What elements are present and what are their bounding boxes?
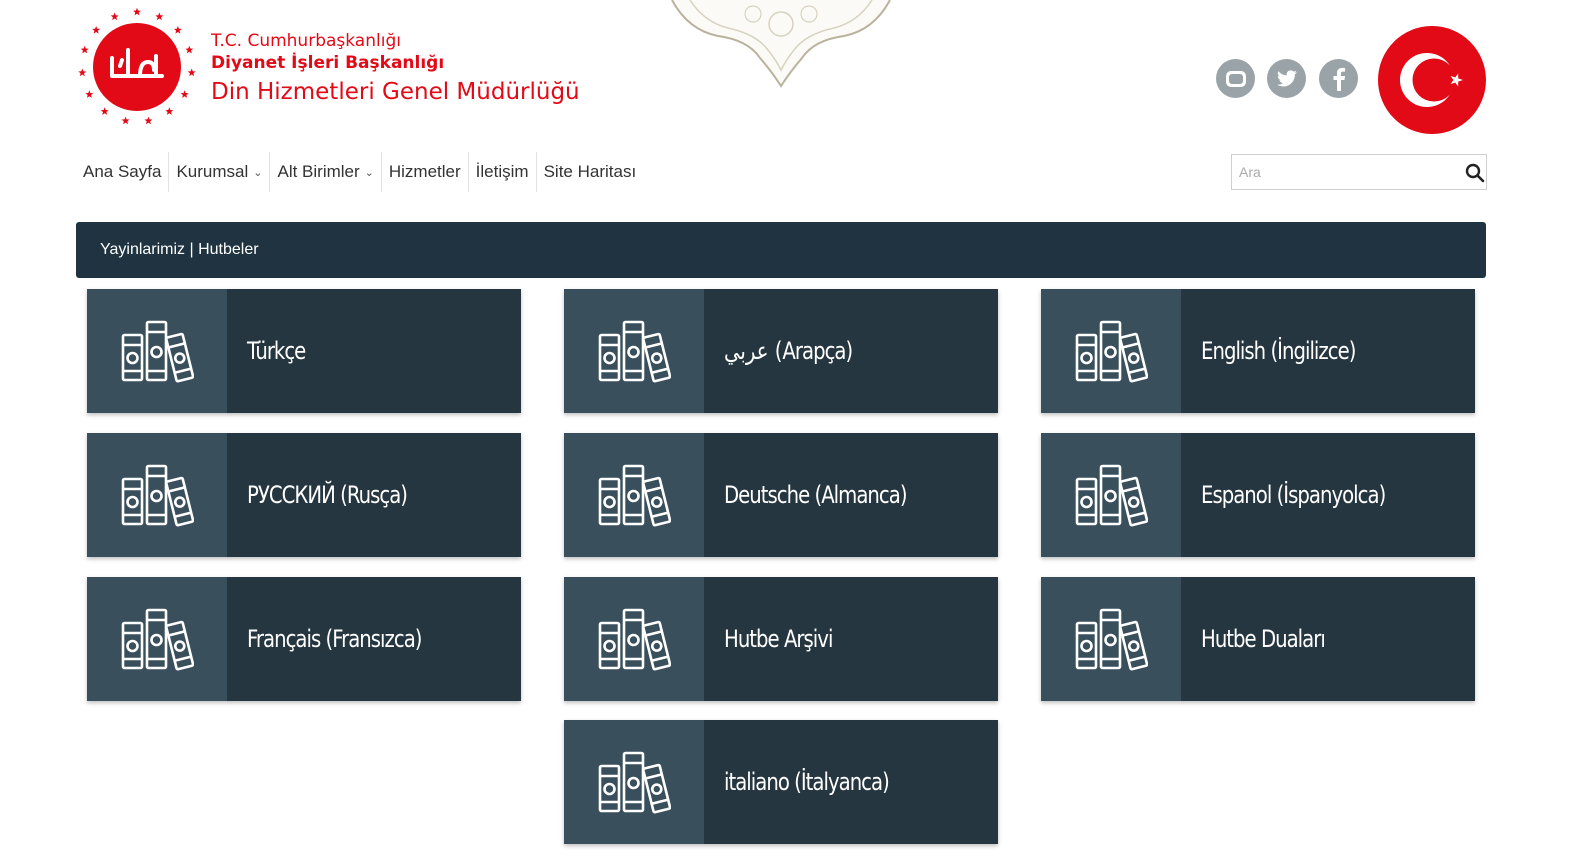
card-label: Deutsche (Almanca) <box>724 481 908 509</box>
books-icon <box>564 289 704 413</box>
nav-item-i-leti-im[interactable]: İletişim <box>469 152 537 192</box>
card-label-box: Espanol (İspanyolca) <box>1181 433 1475 557</box>
language-card[interactable]: italiano (İtalyanca) <box>564 720 998 844</box>
card-label-box: Deutsche (Almanca) <box>704 433 998 557</box>
books-icon <box>564 577 704 701</box>
books-icon <box>87 289 227 413</box>
chevron-down-icon: ⌄ <box>253 166 263 179</box>
card-label: Hutbe Duaları <box>1201 625 1326 653</box>
title-line-2: Diyanet İşleri Başkanlığı <box>211 53 445 73</box>
title-line-1: T.C. Cumhurbaşkanlığı <box>211 31 401 51</box>
card-label-box: Français (Fransızca) <box>227 577 521 701</box>
card-label-box: English (İngilizce) <box>1181 289 1475 413</box>
books-icon <box>564 720 704 844</box>
books-icon <box>564 433 704 557</box>
logo-star-icon <box>155 12 164 21</box>
logo-star-icon <box>100 107 109 115</box>
main-nav: Ana Sayfa Kurumsal ⌄ Alt Birimler ⌄ Hizmetler… <box>76 152 643 192</box>
language-card[interactable]: عربي (Arapça) <box>564 289 998 413</box>
logo-star-icon <box>165 107 174 115</box>
youtube-icon[interactable] <box>1216 59 1255 98</box>
card-label-box: عربي (Arapça) <box>704 289 998 413</box>
nav-item-hizmetler[interactable]: Hizmetler <box>382 152 469 192</box>
language-card[interactable]: Deutsche (Almanca) <box>564 433 998 557</box>
language-card[interactable]: Français (Fransızca) <box>87 577 521 701</box>
language-card[interactable]: Espanol (İspanyolca) <box>1041 433 1475 557</box>
facebook-icon[interactable] <box>1319 59 1358 98</box>
card-label: РУССКИЙ (Rusça) <box>247 481 408 509</box>
card-label-box: Hutbe Duaları <box>1181 577 1475 701</box>
ornament-icon <box>668 0 894 88</box>
logo-star-icon <box>92 26 101 34</box>
logo-star-icon <box>185 45 194 54</box>
chevron-down-icon: ⌄ <box>364 166 374 179</box>
card-label: English (İngilizce) <box>1201 337 1356 365</box>
logo-star-icon <box>78 68 87 77</box>
card-label: عربي (Arapça) <box>724 337 854 365</box>
search-box <box>1231 154 1487 190</box>
nav-item-label: Hizmetler <box>388 162 461 181</box>
logo-star-icon <box>173 26 182 34</box>
title-line-3: Din Hizmetleri Genel Müdürlüğü <box>211 79 580 105</box>
nav-item-ana-sayfa[interactable]: Ana Sayfa <box>76 152 170 192</box>
logo-star-icon <box>121 116 130 125</box>
diyanet-logo-icon[interactable] <box>76 6 198 128</box>
books-icon <box>87 577 227 701</box>
language-card[interactable]: Hutbe Arşivi <box>564 577 998 701</box>
nav-item-label: Alt Birimler <box>277 162 360 181</box>
twitter-icon[interactable] <box>1267 59 1306 98</box>
logo-star-icon <box>110 12 119 21</box>
books-icon <box>87 433 227 557</box>
logo-star-icon <box>85 90 94 98</box>
language-card[interactable]: РУССКИЙ (Rusça) <box>87 433 521 557</box>
nav-item-label: Ana Sayfa <box>83 162 162 181</box>
nav-item-alt-birimler[interactable]: Alt Birimler ⌄ <box>270 152 382 192</box>
site-title[interactable]: T.C. Cumhurbaşkanlığı Diyanet İşleri Baş… <box>211 30 580 110</box>
card-label-box: РУССКИЙ (Rusça) <box>227 433 521 557</box>
card-label: Espanol (İspanyolca) <box>1201 481 1386 509</box>
breadcrumb: Yayinlarimiz | Hutbeler <box>76 222 1486 278</box>
nav-item-label: Kurumsal <box>176 162 249 181</box>
logo-star-icon <box>187 68 196 77</box>
books-icon <box>1041 433 1181 557</box>
language-card[interactable]: Hutbe Duaları <box>1041 577 1475 701</box>
nav-item-label: Site Haritası <box>543 162 637 181</box>
language-card[interactable]: Türkçe <box>87 289 521 413</box>
nav-item-label: İletişim <box>475 162 529 181</box>
logo-star-icon <box>180 90 189 98</box>
logo-star-icon <box>144 116 153 125</box>
card-label: italiano (İtalyanca) <box>724 768 890 796</box>
search-input[interactable] <box>1232 155 1452 189</box>
card-label: Türkçe <box>247 337 306 365</box>
card-label-box: Türkçe <box>227 289 521 413</box>
books-icon <box>1041 577 1181 701</box>
card-label: Français (Fransızca) <box>247 625 422 653</box>
language-card[interactable]: English (İngilizce) <box>1041 289 1475 413</box>
card-label-box: Hutbe Arşivi <box>704 577 998 701</box>
logo-star-icon <box>80 45 89 54</box>
card-label-box: italiano (İtalyanca) <box>704 720 998 844</box>
logo-star-icon <box>133 7 141 16</box>
turkish-flag-icon <box>1377 25 1487 135</box>
nav-item-kurumsal[interactable]: Kurumsal ⌄ <box>169 152 271 192</box>
nav-item-site-haritas-[interactable]: Site Haritası <box>537 152 644 192</box>
card-label: Hutbe Arşivi <box>724 625 833 653</box>
search-icon[interactable] <box>1464 162 1486 189</box>
books-icon <box>1041 289 1181 413</box>
